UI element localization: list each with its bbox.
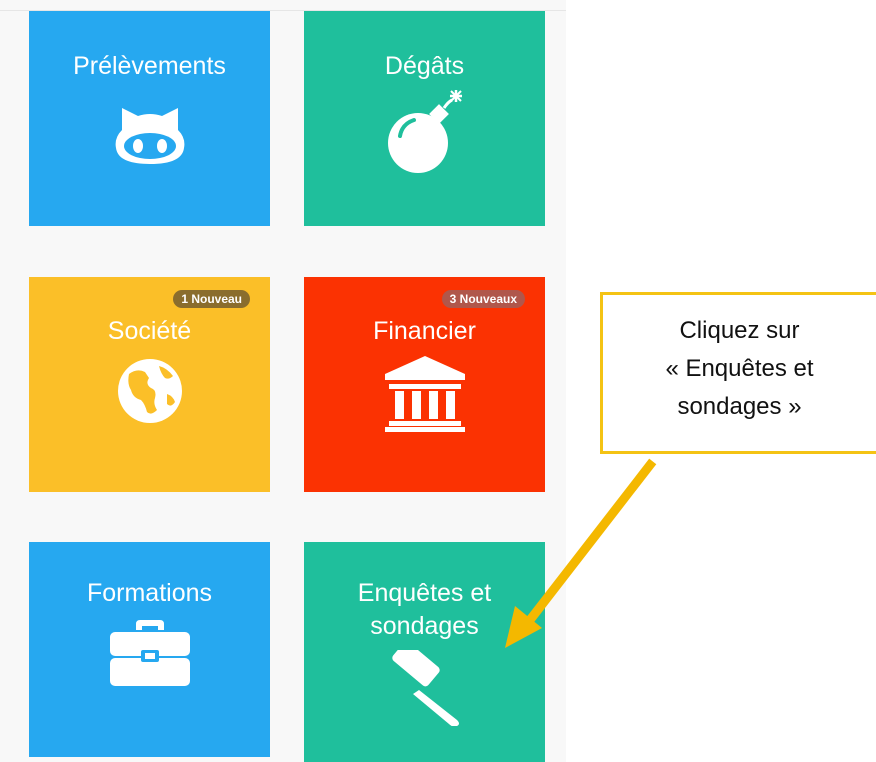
page: Prélèvements Dégâts 1 Nouveau Société 3 … xyxy=(0,0,876,762)
tile-degats[interactable]: Dégâts xyxy=(304,11,545,226)
tile-financier[interactable]: 3 Nouveaux Financier xyxy=(304,277,545,492)
new-badge: 1 Nouveau xyxy=(173,290,250,308)
bank-icon xyxy=(383,354,467,437)
github-cat-icon xyxy=(110,98,190,173)
new-badge: 3 Nouveaux xyxy=(441,290,525,308)
briefcase-icon xyxy=(108,618,192,693)
tile-degats-title: Dégâts xyxy=(384,52,465,80)
globe-icon xyxy=(115,356,185,431)
bomb-icon xyxy=(380,88,470,183)
tile-enquetes-title-line1: Enquêtes et xyxy=(357,579,492,607)
callout-line-3: sondages » xyxy=(677,393,802,420)
tile-enquetes-title-line2: sondages xyxy=(370,612,479,640)
instruction-callout: Cliquez sur « Enquêtes et sondages » xyxy=(600,292,876,454)
tile-societe[interactable]: 1 Nouveau Société xyxy=(29,277,270,492)
gavel-icon xyxy=(383,641,467,731)
callout-line-2: « Enquêtes et xyxy=(665,355,814,382)
tile-societe-title: Société xyxy=(107,317,192,345)
tile-prelevements[interactable]: Prélèvements xyxy=(29,11,270,226)
tile-prelevements-title: Prélèvements xyxy=(73,52,226,80)
tile-formations-title: Formations xyxy=(86,579,213,607)
tile-formations[interactable]: Formations xyxy=(29,542,270,757)
tile-enquetes-sondages[interactable]: Enquêtes et sondages xyxy=(304,542,545,762)
callout-line-1: Cliquez sur xyxy=(679,317,800,344)
tile-financier-title: Financier xyxy=(373,317,476,345)
